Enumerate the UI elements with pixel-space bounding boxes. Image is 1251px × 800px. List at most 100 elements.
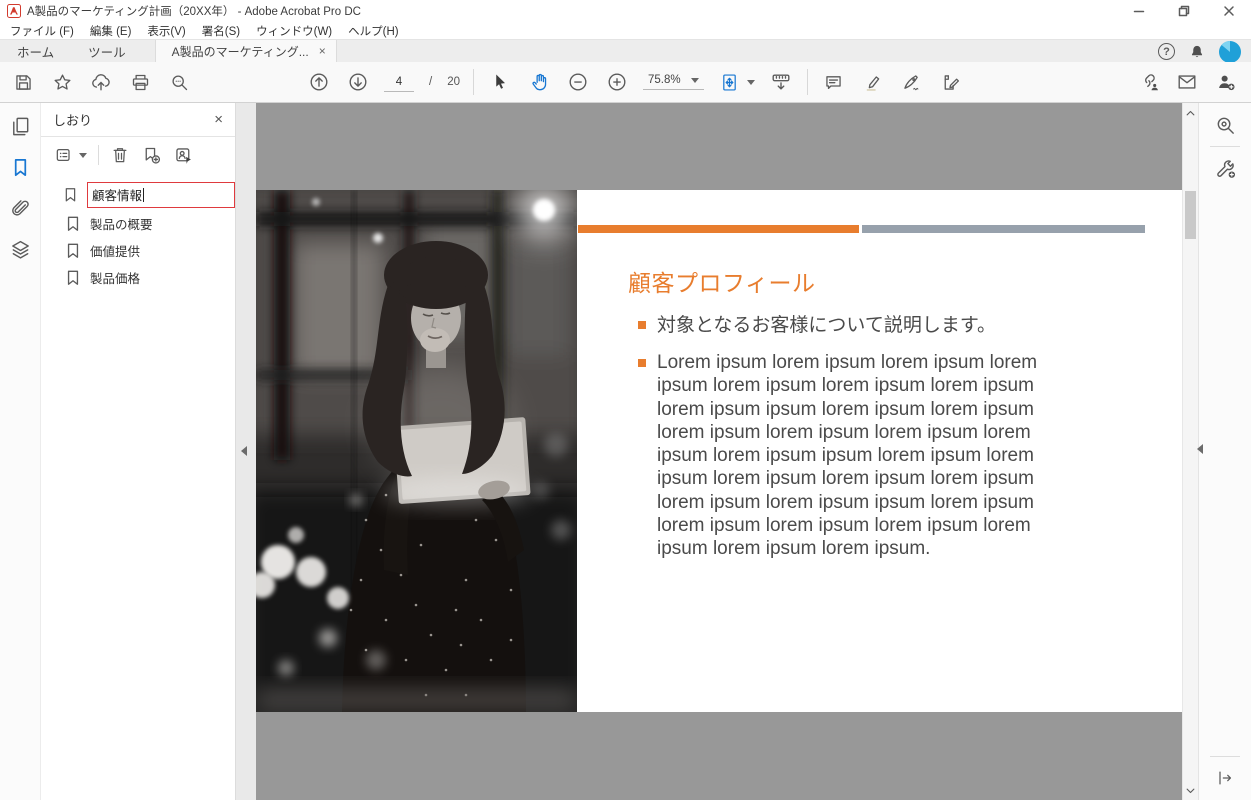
slide-bullet-1: 対象となるお客様について説明します。	[657, 310, 996, 337]
collapse-bookmarks-handle[interactable]	[241, 446, 247, 456]
scroll-down-button[interactable]	[1183, 783, 1198, 798]
acrobat-window: A製品のマーケティング計画（20XX年） - Adobe Acrobat Pro…	[0, 0, 1251, 800]
bookmark-icon	[65, 242, 81, 260]
bookmark-item[interactable]: 製品価格	[41, 264, 235, 291]
document-viewport[interactable]: 顧客プロフィール 対象となるお客様について説明します。 Lorem ipsum …	[256, 103, 1182, 800]
add-tools-button[interactable]	[1211, 154, 1239, 182]
bookmark-icon	[65, 269, 81, 287]
trash-icon	[110, 145, 130, 165]
search-button[interactable]	[166, 69, 192, 95]
body-line: ipsum lorem ipsum ipsum lorem ipsum lore…	[657, 444, 1037, 467]
collapse-left-icon	[241, 446, 247, 456]
upload-cloud-button[interactable]	[88, 69, 114, 95]
comment-bubble-icon	[823, 72, 844, 93]
bookmark-item-editing[interactable]: 顧客情報	[41, 181, 235, 208]
slide-bullet-2: Lorem ipsum lorem ipsum lorem ipsum lore…	[657, 351, 1037, 561]
zoom-in-button[interactable]	[604, 69, 630, 95]
bullet-square-icon	[638, 359, 646, 367]
share-people-button[interactable]	[1213, 69, 1239, 95]
bookmark-rename-input[interactable]: 顧客情報	[87, 182, 235, 208]
user-avatar-button[interactable]	[1219, 41, 1241, 63]
expand-pane-button[interactable]	[1211, 764, 1239, 792]
envelope-icon	[1176, 71, 1198, 93]
star-button[interactable]	[49, 69, 75, 95]
collapse-tools-handle[interactable]	[1197, 444, 1203, 454]
toolbar-divider	[473, 69, 474, 95]
tools-rail	[1198, 103, 1251, 800]
zoom-level-value: 75.8%	[648, 74, 681, 86]
tab-bar: ホーム ツール A製品のマーケティング... × ?	[0, 39, 1251, 62]
text-cursor	[143, 188, 144, 202]
comment-button[interactable]	[821, 69, 847, 95]
panel-close-button[interactable]: ×	[214, 112, 223, 127]
document-scrollbar[interactable]	[1182, 103, 1198, 800]
menu-window[interactable]: ウィンドウ(W)	[248, 23, 340, 39]
menu-sign[interactable]: 署名(S)	[194, 23, 248, 39]
layers-button[interactable]	[7, 236, 33, 262]
panel-title: しおり	[53, 110, 92, 129]
bookmarks-panel-button[interactable]	[7, 154, 33, 180]
menu-view[interactable]: 表示(V)	[139, 23, 193, 39]
find-current-bookmark-button[interactable]	[173, 143, 194, 167]
bookmark-item[interactable]: 価値提供	[41, 237, 235, 264]
previous-page-button[interactable]	[306, 69, 332, 95]
print-icon	[130, 72, 151, 93]
scrolling-mode-button[interactable]	[768, 69, 794, 95]
chevron-down-icon[interactable]	[747, 80, 755, 85]
fill-sign-button[interactable]	[938, 69, 964, 95]
tab-tools[interactable]: ツール	[71, 40, 143, 62]
tab-document-label: A製品のマーケティング...	[172, 43, 309, 60]
fit-one-page-button[interactable]	[717, 69, 743, 95]
delete-bookmark-button[interactable]	[110, 143, 130, 167]
bookmark-item-label: 製品の概要	[90, 214, 153, 233]
body-line: lorem ipsum ipsum lorem ipsum lorem ipsu…	[657, 398, 1037, 421]
menu-help[interactable]: ヘルプ(H)	[340, 23, 406, 39]
minimize-button[interactable]	[1116, 0, 1161, 22]
tab-close-button[interactable]: ×	[319, 45, 326, 57]
pages-icon	[9, 115, 32, 138]
close-window-button[interactable]	[1206, 0, 1251, 22]
next-page-button[interactable]	[345, 69, 371, 95]
marquee-zoom-button[interactable]	[1211, 111, 1239, 139]
notifications-button[interactable]	[1188, 43, 1206, 61]
zoom-out-button[interactable]	[565, 69, 591, 95]
plus-circle-icon	[606, 71, 628, 93]
page-thumbnails-button[interactable]	[7, 113, 33, 139]
panel-collapse-strip	[236, 103, 256, 800]
email-button[interactable]	[1174, 69, 1200, 95]
select-tool-button[interactable]	[487, 69, 513, 95]
new-bookmark-button[interactable]	[141, 143, 162, 167]
save-button[interactable]	[10, 69, 36, 95]
bookmark-item[interactable]: 製品の概要	[41, 210, 235, 237]
tab-home[interactable]: ホーム	[0, 40, 71, 62]
hand-tool-button[interactable]	[526, 69, 552, 95]
menu-edit[interactable]: 編集 (E)	[82, 23, 140, 39]
scroll-up-button[interactable]	[1183, 105, 1198, 120]
search-icon	[169, 72, 190, 93]
attachments-button[interactable]	[7, 195, 33, 221]
highlight-button[interactable]	[860, 69, 886, 95]
rail-separator	[1210, 756, 1240, 757]
bookmark-options-button[interactable]	[54, 143, 87, 167]
print-button[interactable]	[127, 69, 153, 95]
menu-file[interactable]: ファイル (F)	[2, 23, 82, 39]
bookmarks-toolbar	[41, 137, 235, 173]
help-button[interactable]: ?	[1158, 43, 1175, 60]
tab-document[interactable]: A製品のマーケティング... ×	[155, 40, 337, 62]
scrollbar-thumb[interactable]	[1185, 191, 1196, 239]
slide-accent-bar-orange	[578, 225, 859, 233]
zoom-level-select[interactable]: 75.8%	[643, 74, 704, 90]
restore-button[interactable]	[1161, 0, 1206, 22]
bookmark-rename-value: 顧客情報	[92, 185, 142, 204]
page-number-input[interactable]: 4	[384, 73, 414, 92]
sign-button[interactable]	[899, 69, 925, 95]
bookmark-ribbon-icon	[9, 156, 32, 179]
chevron-down-icon	[691, 78, 699, 83]
person-add-icon	[1215, 71, 1237, 93]
help-icon: ?	[1163, 46, 1170, 58]
bookmarks-panel-header: しおり ×	[41, 103, 235, 136]
share-link-button[interactable]	[1135, 69, 1161, 95]
layers-icon	[9, 238, 32, 261]
loupe-icon	[1214, 114, 1237, 137]
toolbar-file-group	[10, 62, 192, 102]
